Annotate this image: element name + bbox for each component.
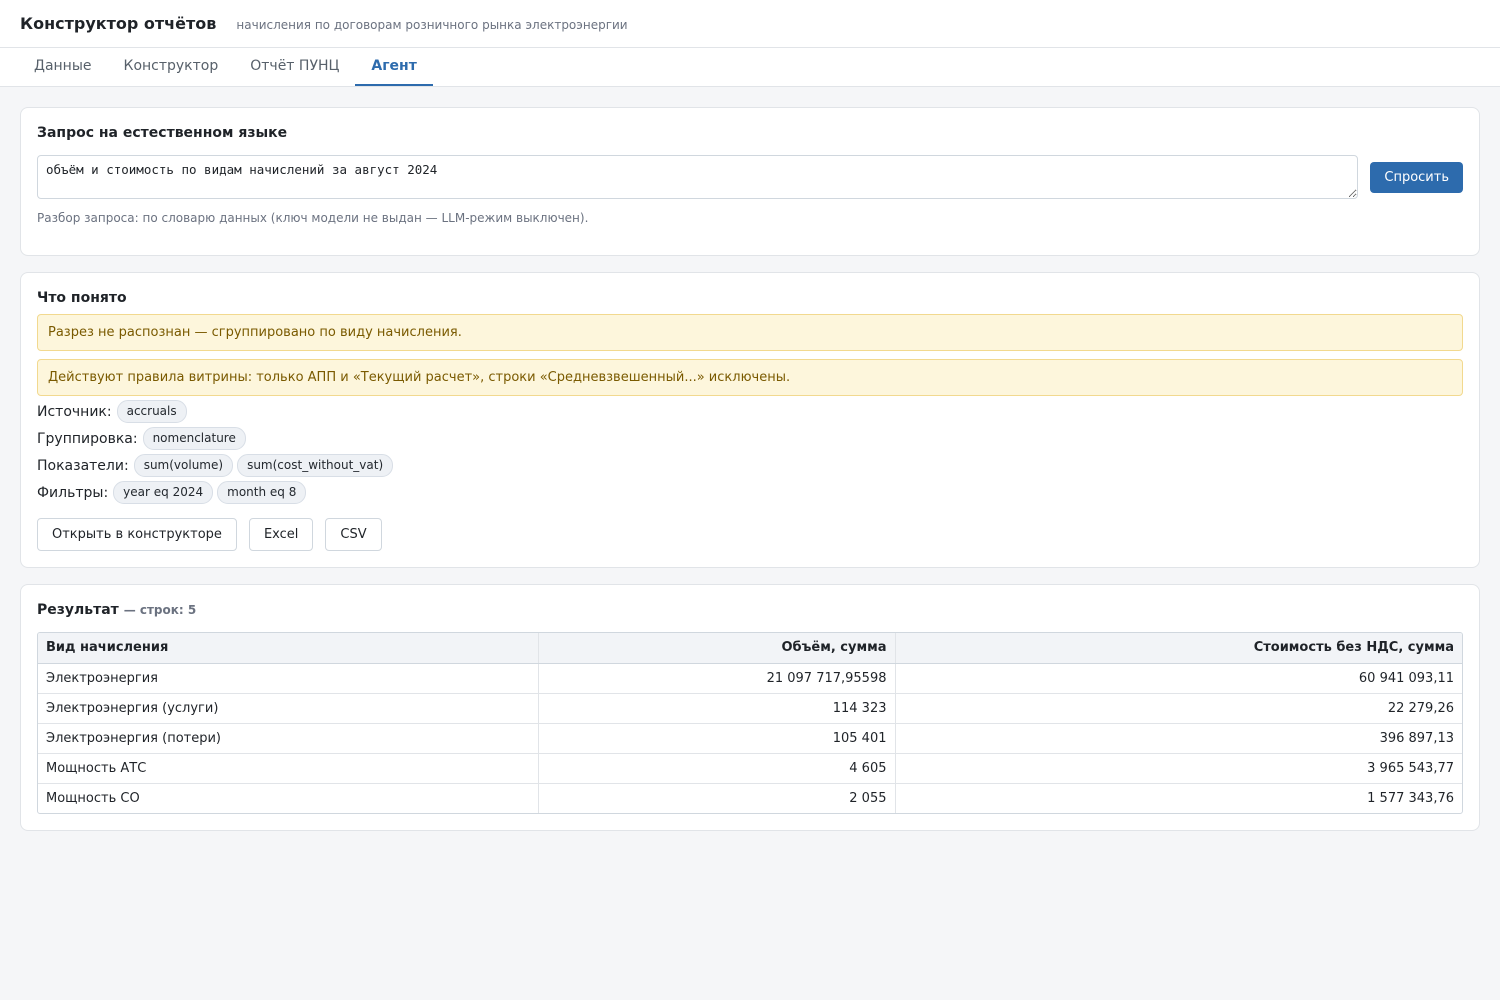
query-input[interactable]: объём и стоимость по видам начислений за… xyxy=(37,155,1359,199)
table-cell: 114 323 xyxy=(538,693,896,724)
result-table: Вид начисления Объём, сумма Стоимость бе… xyxy=(38,633,1462,813)
app-header: Конструктор отчётов начисления по догово… xyxy=(0,0,1500,48)
table-cell: 22 279,26 xyxy=(895,693,1462,724)
action-buttons: Открыть в конструкторе Excel CSV xyxy=(37,518,1463,551)
table-cell: 3 965 543,77 xyxy=(895,753,1462,784)
tab-constructor[interactable]: Конструктор xyxy=(108,48,235,86)
grouping-chip: nomenclature xyxy=(142,427,246,450)
tab-agent[interactable]: Агент xyxy=(355,48,433,86)
table-header-row: Вид начисления Объём, сумма Стоимость бе… xyxy=(38,633,1462,664)
table-cell: Мощность АТС xyxy=(38,753,539,784)
source-label: Источник: xyxy=(37,403,112,420)
query-row: объём и стоимость по видам начислений за… xyxy=(37,155,1463,199)
table-cell: 4 605 xyxy=(538,753,896,784)
table-cell: 1 577 343,76 xyxy=(1367,790,1454,806)
source-chip: accruals xyxy=(116,400,187,423)
result-card: Результат — строк: 5 Вид начисления Объё… xyxy=(20,584,1480,831)
query-card: Запрос на естественном языке объём и сто… xyxy=(20,107,1480,256)
export-csv-button[interactable]: CSV xyxy=(325,518,382,551)
tab-punc-report[interactable]: Отчёт ПУНЦ xyxy=(234,48,355,86)
table-row: Мощность АТС 4 605 3 965 543,77 xyxy=(38,753,1462,784)
warning-alert: Разрез не распознан — сгруппировано по в… xyxy=(37,314,1463,351)
table-cell: Электроэнергия (услуги) xyxy=(38,693,539,724)
filters-row: Фильтры: year eq 2024 month eq 8 xyxy=(37,481,1463,504)
grouping-label: Группировка: xyxy=(37,430,138,447)
app-title: Конструктор отчётов xyxy=(20,14,217,33)
column-header[interactable]: Стоимость без НДС, сумма xyxy=(895,633,1462,664)
main-content: Запрос на естественном языке объём и сто… xyxy=(0,87,1500,831)
source-row: Источник: accruals xyxy=(37,400,1463,423)
table-cell: 396 897,13 xyxy=(895,723,1462,754)
column-header[interactable]: Вид начисления xyxy=(38,633,539,664)
table-row: Мощность СО 2 055 1 577 343,76 xyxy=(38,783,1462,813)
result-card-title: Результат — строк: 5 xyxy=(37,602,1463,618)
table-cell: Электроэнергия xyxy=(38,663,539,694)
understood-card: Что понято Разрез не распознан — сгруппи… xyxy=(20,272,1480,568)
table-cell: 105 401 xyxy=(538,723,896,754)
open-in-constructor-button[interactable]: Открыть в конструкторе xyxy=(37,518,237,551)
table-cell: Мощность СО xyxy=(38,783,539,813)
warning-alert: Действуют правила витрины: только АПП и … xyxy=(37,359,1463,396)
filter-chip: year eq 2024 xyxy=(113,481,214,504)
query-card-title: Запрос на естественном языке xyxy=(37,125,288,141)
filters-label: Фильтры: xyxy=(37,484,109,501)
table-row: Электроэнергия (потери) 105 401 396 897,… xyxy=(38,723,1462,754)
ask-button[interactable]: Спросить xyxy=(1370,161,1463,193)
table-row: Электроэнергия (услуги) 114 323 22 279,2… xyxy=(38,693,1462,724)
metrics-row: Показатели: sum(volume) sum(cost_without… xyxy=(37,454,1463,477)
table-cell: 60 941 093,11 xyxy=(895,663,1462,694)
export-excel-button[interactable]: Excel xyxy=(248,518,314,551)
column-header[interactable]: Объём, сумма xyxy=(538,633,896,664)
grouping-row: Группировка: nomenclature xyxy=(37,427,1463,450)
filter-chip: month eq 8 xyxy=(217,481,307,504)
understood-card-title: Что понято xyxy=(37,290,127,306)
table-cell: 21 097 717,95598 xyxy=(538,663,896,694)
table-cell: 2 055 xyxy=(538,783,896,813)
result-title: Результат xyxy=(37,602,119,618)
tab-data[interactable]: Данные xyxy=(18,48,108,86)
app-subtitle: начисления по договорам розничного рынка… xyxy=(236,18,628,32)
metric-chip: sum(volume) xyxy=(133,454,234,477)
tab-bar: Данные Конструктор Отчёт ПУНЦ Агент xyxy=(0,48,1500,87)
metrics-label: Показатели: xyxy=(37,457,129,474)
metric-chip: sum(cost_without_vat) xyxy=(237,454,394,477)
table-row: Электроэнергия 21 097 717,95598 60 941 0… xyxy=(38,663,1462,694)
row-count: — строк: 5 xyxy=(123,603,197,617)
table-cell: Электроэнергия (потери) xyxy=(38,723,539,754)
parse-hint: Разбор запроса: по словарю данных (ключ … xyxy=(37,211,589,225)
result-table-wrapper: Вид начисления Объём, сумма Стоимость бе… xyxy=(37,632,1463,814)
